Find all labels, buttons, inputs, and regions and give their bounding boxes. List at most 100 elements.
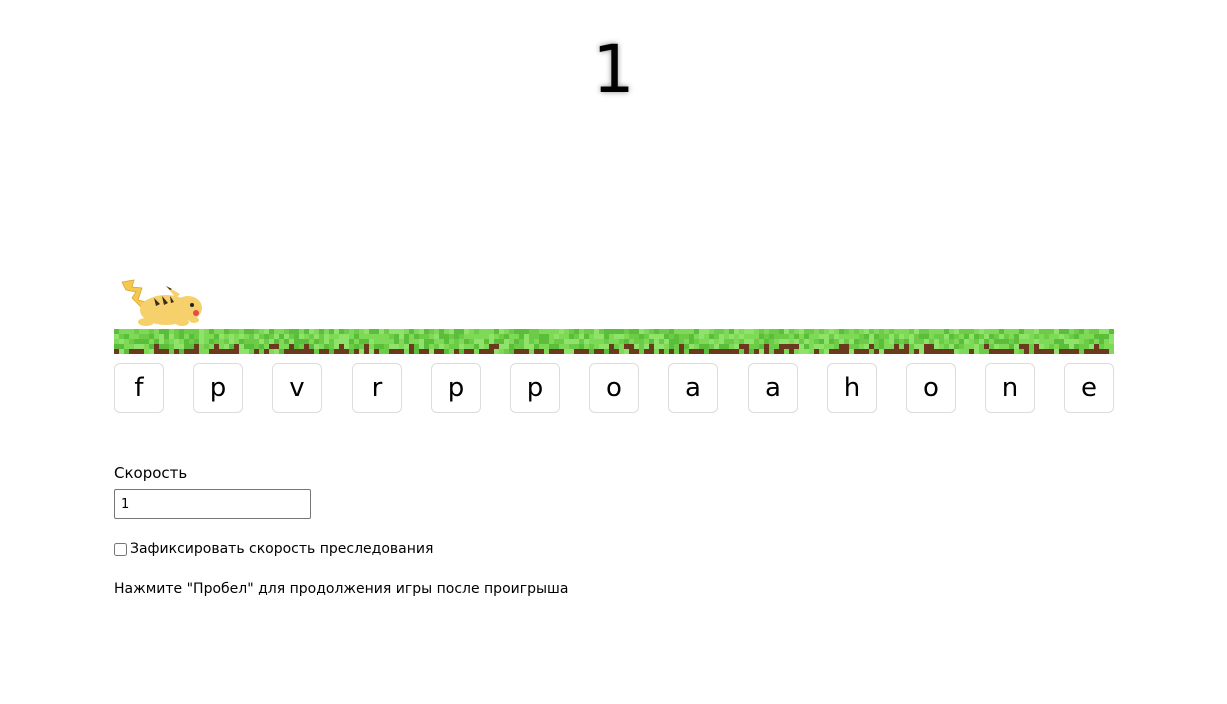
grass-pixel (314, 329, 319, 334)
grass-pixel (634, 339, 639, 344)
grass-pixel (144, 344, 149, 349)
grass-pixel (599, 344, 604, 349)
grass-pixel (784, 339, 789, 344)
grass-pixel (1034, 344, 1039, 349)
grass-pixel (744, 339, 749, 344)
grass-pixel (879, 329, 884, 334)
fix-speed-checkbox[interactable] (114, 542, 127, 556)
grass-pixel (1099, 344, 1104, 349)
grass-pixel (839, 344, 844, 349)
speed-input[interactable] (114, 489, 311, 519)
grass-pixel (619, 349, 624, 354)
grass-pixel (914, 349, 919, 354)
grass-pixel (134, 339, 139, 344)
grass-pixel (594, 344, 599, 349)
grass-pixel (1024, 349, 1029, 354)
grass-pixel (999, 334, 1004, 339)
grass-pixel (1099, 329, 1104, 334)
grass-pixel (144, 329, 149, 334)
grass-pixel (304, 329, 309, 334)
grass-pixel (484, 339, 489, 344)
grass-pixel (544, 329, 549, 334)
grass-pixel (279, 349, 284, 354)
grass-pixel (259, 329, 264, 334)
grass-pixel (499, 344, 504, 349)
grass-pixel (219, 339, 224, 344)
grass-pixel (709, 349, 714, 354)
grass-pixel (359, 339, 364, 344)
grass-pixel (829, 344, 834, 349)
grass-pixel (569, 344, 574, 349)
grass-pixel (124, 349, 129, 354)
grass-pixel (519, 329, 524, 334)
grass-pixel (169, 334, 174, 339)
grass-pixel (814, 344, 819, 349)
grass-pixel (729, 349, 734, 354)
grass-pixel (579, 339, 584, 344)
grass-pixel (719, 339, 724, 344)
grass-pixel (1074, 344, 1079, 349)
grass-pixel (844, 334, 849, 339)
grass-pixel (694, 349, 699, 354)
grass-pixel (754, 329, 759, 334)
fix-speed-row[interactable]: Зафиксировать скорость преследования (114, 540, 433, 558)
grass-pixel (1039, 329, 1044, 334)
grass-pixel (1019, 339, 1024, 344)
grass-pixel (819, 344, 824, 349)
grass-pixel (894, 344, 899, 349)
grass-pixel (629, 339, 634, 344)
grass-pixel (149, 344, 154, 349)
grass-pixel (1019, 334, 1024, 339)
grass-pixel (459, 329, 464, 334)
grass-pixel (384, 344, 389, 349)
grass-pixel (529, 334, 534, 339)
grass-pixel (814, 339, 819, 344)
grass-pixel (259, 334, 264, 339)
grass-pixel (809, 334, 814, 339)
grass-pixel (409, 349, 414, 354)
grass-pixel (1049, 349, 1054, 354)
grass-pixel (839, 349, 844, 354)
grass-pixel (714, 334, 719, 339)
grass-pixel (359, 349, 364, 354)
grass-pixel (789, 344, 794, 349)
grass-pixel (479, 329, 484, 334)
grass-pixel (139, 344, 144, 349)
grass-pixel (709, 339, 714, 344)
grass-pixel (204, 344, 209, 349)
grass-pixel (984, 334, 989, 339)
grass-pixel (809, 339, 814, 344)
grass-pixel (1024, 344, 1029, 349)
grass-pixel (774, 329, 779, 334)
grass-pixel (1044, 334, 1049, 339)
grass-pixel (894, 334, 899, 339)
grass-pixel (369, 344, 374, 349)
grass-pixel (1004, 344, 1009, 349)
grass-pixel (769, 329, 774, 334)
grass-pixel (744, 334, 749, 339)
grass-pixel (804, 334, 809, 339)
grass-pixel (639, 334, 644, 339)
grass-pixel (994, 329, 999, 334)
grass-pixel (894, 339, 899, 344)
grass-pixel (644, 349, 649, 354)
grass-pixel (729, 339, 734, 344)
grass-pixel (404, 334, 409, 339)
grass-pixel (789, 349, 794, 354)
grass-pixel (804, 349, 809, 354)
grass-pixel (634, 344, 639, 349)
grass-pixel (324, 334, 329, 339)
grass-pixel (379, 329, 384, 334)
grass-pixel (969, 339, 974, 344)
letter-tile: a (748, 363, 798, 413)
grass-pixel (199, 344, 204, 349)
grass-pixel (289, 339, 294, 344)
grass-pixel (439, 334, 444, 339)
grass-pixel (349, 339, 354, 344)
grass-pixel (549, 344, 554, 349)
grass-pixel (284, 334, 289, 339)
grass-ground (114, 329, 1114, 354)
grass-pixel (244, 334, 249, 339)
grass-pixel (1104, 339, 1109, 344)
grass-pixel (694, 334, 699, 339)
